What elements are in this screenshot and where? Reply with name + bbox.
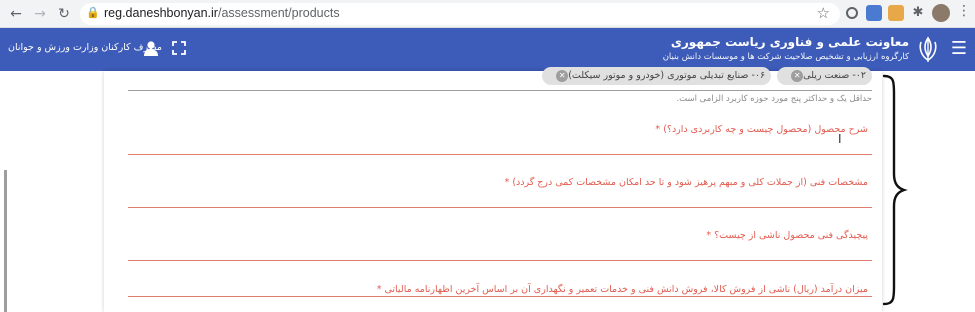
org-subtitle: کارگروه ارزیابی و تشخیص صلاحیت شرکت ها و… (662, 52, 909, 62)
chip-label: ۰۶- صنایع تبدیلی موتوری (خودرو و موتور س… (568, 70, 766, 81)
browser-profile-avatar[interactable] (932, 4, 950, 22)
field-label-revenue: میزان درآمد (ریال) ناشی از فروش کالا، فر… (376, 284, 868, 295)
reload-icon[interactable]: ↻ (54, 4, 74, 24)
helper-text: حداقل یک و حداکثر پنج مورد حوزه کاربرد ا… (676, 94, 872, 104)
hamburger-menu-icon[interactable]: ☰ (951, 40, 967, 58)
address-bar[interactable]: 🔒 reg.daneshbonyan.ir/assessment/product… (80, 3, 840, 25)
chip-remove-icon[interactable]: ✕ (791, 70, 804, 82)
brace-annotation (882, 74, 908, 306)
notes-extension-icon[interactable] (888, 5, 904, 21)
text-cursor-icon: I (838, 132, 842, 146)
field-label-technical-complexity: پیچیدگی فنی محصول ناشی از چیست؟ * (706, 230, 868, 241)
back-icon[interactable]: ← (6, 4, 26, 24)
revenue-input[interactable] (128, 296, 872, 297)
product-form-card: ۰۲- صنعت ریلی ✕ ۰۶- صنایع تبدیلی موتوری … (104, 67, 882, 312)
technical-specs-input[interactable] (128, 207, 872, 208)
technical-complexity-input[interactable] (128, 260, 872, 261)
application-area-chips: ۰۲- صنعت ریلی ✕ ۰۶- صنایع تبدیلی موتوری … (542, 67, 872, 87)
url-path: /assessment/products (217, 6, 340, 20)
browser-menu-icon[interactable]: ⋮ (957, 3, 971, 19)
forward-icon[interactable]: → (30, 4, 50, 24)
field-label-technical-specs: مشخصات فنی (از جملات کلی و مبهم پرهیز شو… (504, 177, 868, 188)
app-header: ☰ معاونت علمی و فناوری ریاست جمهوری کارگ… (0, 28, 975, 71)
scrollbar[interactable] (4, 170, 7, 312)
field-label-product-description: شرح محصول (محصول چیست و چه کاربردی دارد؟… (655, 124, 868, 135)
org-title: معاونت علمی و فناوری ریاست جمهوری (670, 35, 909, 49)
lock-icon: 🔒 (86, 6, 100, 19)
fullscreen-icon[interactable] (172, 41, 186, 55)
chip-label: ۰۲- صنعت ریلی (803, 70, 866, 81)
browser-toolbar: ← → ↻ 🔒 reg.daneshbonyan.ir/assessment/p… (0, 0, 975, 28)
url-host: reg.daneshbonyan.ir (104, 6, 218, 20)
chip-rail-industry[interactable]: ۰۲- صنعت ریلی ✕ (777, 67, 872, 85)
chip-motor-industry[interactable]: ۰۶- صنایع تبدیلی موتوری (خودرو و موتور س… (542, 67, 772, 85)
profile-extension-icon[interactable] (866, 5, 882, 21)
search-extension-icon[interactable] (846, 7, 858, 19)
chips-field-underline (128, 90, 872, 91)
emblem-icon (919, 36, 937, 62)
bookmark-star-icon[interactable]: ☆ (817, 4, 830, 22)
product-description-input[interactable] (128, 154, 872, 155)
user-name[interactable]: مصرف کارکنان وزارت ورزش و جوانان (8, 42, 162, 53)
chip-remove-icon[interactable]: ✕ (556, 70, 569, 82)
puzzle-extensions-icon[interactable]: ✱ (910, 5, 926, 21)
url-text[interactable]: reg.daneshbonyan.ir/assessment/products (104, 6, 340, 20)
